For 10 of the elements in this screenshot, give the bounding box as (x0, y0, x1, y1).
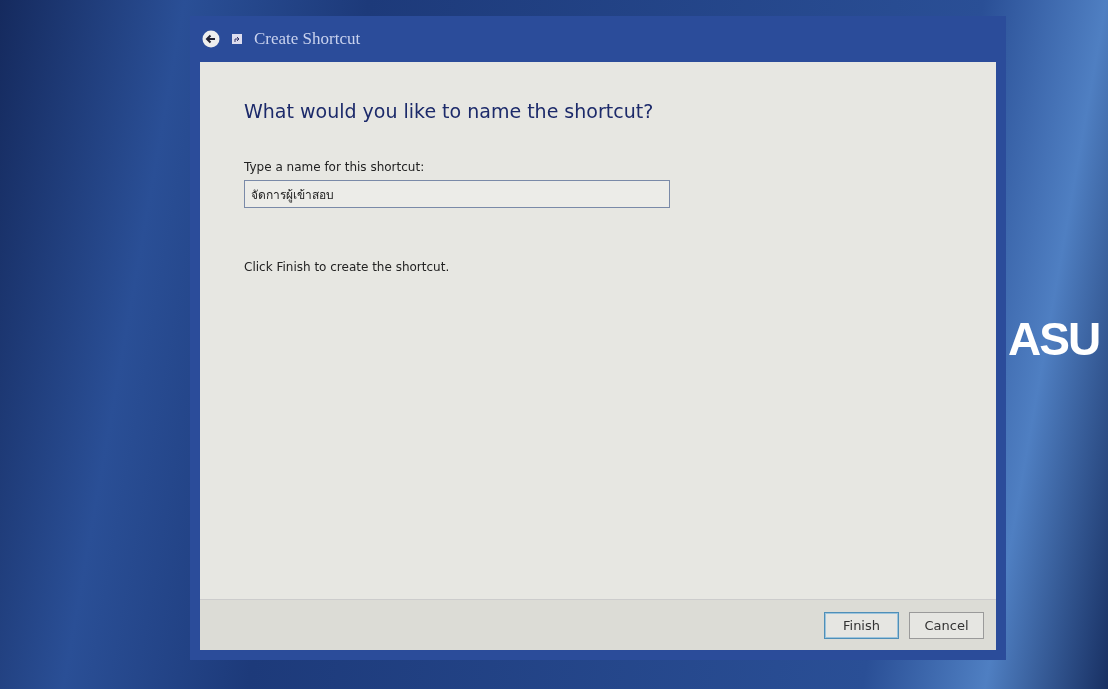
field-label: Type a name for this shortcut: (244, 160, 425, 174)
window-title: Create Shortcut (254, 29, 361, 49)
dialog-heading: What would you like to name the shortcut? (244, 100, 654, 122)
instruction-text: Click Finish to create the shortcut. (244, 260, 450, 274)
dialog-button[interactable]: Cancel (909, 611, 984, 639)
wallpaper-logo: ASU (1008, 312, 1100, 366)
name-input-field[interactable]: จัดการผู้เข้าสอบ (244, 180, 670, 208)
dialog-button[interactable]: Finish (824, 611, 899, 639)
shortcut-icon (232, 34, 242, 44)
back-button[interactable] (202, 30, 220, 48)
